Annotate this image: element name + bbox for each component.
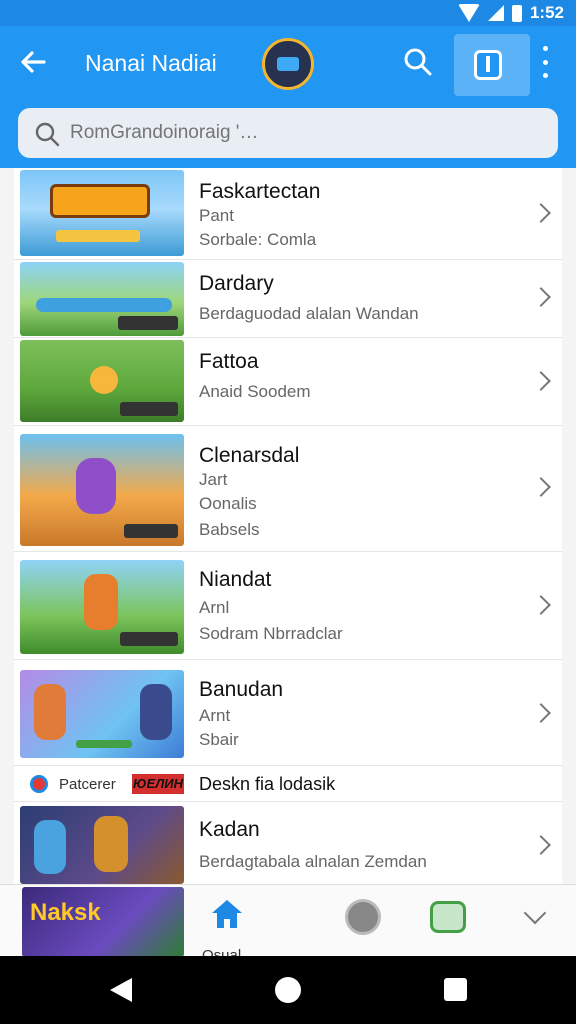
brand-icon xyxy=(30,775,48,793)
home-icon xyxy=(212,900,242,928)
list-item[interactable]: Faskartectan Pant Sorbale: Comla xyxy=(14,168,562,260)
search-button[interactable] xyxy=(400,44,436,80)
game-title: Banudan xyxy=(199,678,284,701)
wifi-icon xyxy=(457,4,480,22)
more-options-button[interactable] xyxy=(536,46,554,78)
list-item[interactable]: Clenarsdal Jart Oonalis Babsels xyxy=(14,426,562,552)
chevron-right-icon xyxy=(531,477,551,497)
game-thumbnail xyxy=(20,170,184,256)
list-item[interactable]: Fattoa Anaid Soodem xyxy=(14,338,562,426)
game-subtitle: Berdagtabala alnalan Zemdan xyxy=(199,852,427,871)
tablet-view-button[interactable] xyxy=(454,34,530,96)
game-title: Clenarsdal xyxy=(199,444,300,467)
app-title: Nanai Nadiai xyxy=(85,50,217,76)
app-bar: Nanai Nadiai xyxy=(0,26,576,98)
game-title: Niandat xyxy=(199,568,272,591)
game-title: Faskartectan xyxy=(199,180,321,203)
system-home-icon[interactable] xyxy=(275,977,301,1003)
banner-title: Deskn fia lodasik xyxy=(199,774,336,794)
chevron-right-icon xyxy=(531,287,551,307)
list-item[interactable]: Dardary Berdaguodad alalan Wandan xyxy=(14,260,562,338)
chevron-down-icon[interactable] xyxy=(523,901,547,925)
signal-icon xyxy=(487,5,504,21)
back-button[interactable] xyxy=(16,44,52,80)
game-subtitle: Berdaguodad alalan Wandan xyxy=(199,304,419,323)
chevron-right-icon xyxy=(531,703,551,723)
featured-thumbnail[interactable]: Naksk xyxy=(22,887,184,956)
game-subtitle: Jart xyxy=(199,470,228,489)
list-item[interactable]: Kadan Berdagtabala alnalan Zemdan xyxy=(14,802,562,884)
game-subtitle: Sorbale: Comla xyxy=(199,230,317,249)
banner-label: Patcerer xyxy=(59,776,116,793)
chevron-right-icon xyxy=(531,835,551,855)
helmet-icon[interactable] xyxy=(345,899,381,935)
system-recents-icon[interactable] xyxy=(444,978,467,1001)
app-logo xyxy=(262,38,314,90)
game-thumbnail xyxy=(20,340,184,422)
featured-label: Naksk xyxy=(30,899,101,926)
battery-icon xyxy=(511,4,522,22)
game-subtitle: Arnl xyxy=(199,598,230,617)
search-icon xyxy=(35,122,60,147)
game-subtitle: Babsels xyxy=(199,520,260,539)
bottom-navigation: Naksk Osual xyxy=(0,884,576,956)
game-thumbnail xyxy=(20,434,184,546)
search-bar[interactable] xyxy=(18,108,558,158)
status-bar: 1:52 xyxy=(0,0,576,26)
chevron-right-icon xyxy=(531,203,551,223)
status-time: 1:52 xyxy=(529,3,564,22)
search-icon xyxy=(404,48,432,76)
tablet-icon xyxy=(474,50,502,80)
chevron-right-icon xyxy=(531,371,551,391)
nav-home-label: Osual xyxy=(202,947,242,956)
game-title: Fattoa xyxy=(199,350,259,373)
sponsored-banner[interactable]: Patcerer ЮЕЛИН Deskn fia lodasik xyxy=(14,766,562,802)
search-input[interactable] xyxy=(70,118,540,148)
chevron-right-icon xyxy=(531,595,551,615)
game-subtitle: Anaid Soodem xyxy=(199,382,311,401)
game-thumbnail xyxy=(20,670,184,758)
game-subtitle: Oonalis xyxy=(199,494,257,513)
nav-home[interactable] xyxy=(210,897,244,936)
game-subtitle: Arnt xyxy=(199,706,231,725)
game-title: Dardary xyxy=(199,272,274,295)
chat-icon[interactable] xyxy=(430,901,466,933)
list-item[interactable]: Banudan Arnt Sbair xyxy=(14,660,562,766)
system-back-icon[interactable] xyxy=(110,978,132,1002)
game-subtitle: Sbair xyxy=(199,730,239,749)
game-title: Kadan xyxy=(199,818,260,841)
list-item[interactable]: Niandat Arnl Sodram Nbrradclar xyxy=(14,552,562,660)
banner-tag: ЮЕЛИН xyxy=(132,774,184,794)
system-navigation-bar xyxy=(0,956,576,1024)
more-vert-icon xyxy=(542,46,548,51)
back-arrow-icon xyxy=(21,51,46,73)
game-list: Faskartectan Pant Sorbale: Comla Dardary… xyxy=(14,168,562,884)
game-thumbnail xyxy=(20,806,184,884)
game-thumbnail xyxy=(20,560,184,654)
search-area xyxy=(0,98,576,168)
game-thumbnail xyxy=(20,262,184,336)
game-subtitle: Pant xyxy=(199,206,234,225)
game-subtitle: Sodram Nbrradclar xyxy=(199,624,343,643)
